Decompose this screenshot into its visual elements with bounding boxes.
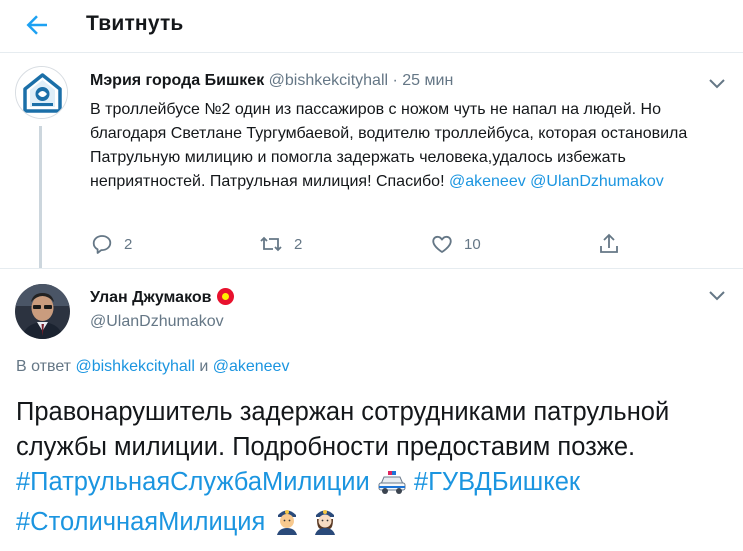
back-button[interactable]: [22, 10, 52, 40]
share-icon: [600, 233, 618, 253]
retweet-count: 2: [294, 235, 303, 253]
mention-link[interactable]: @akeneev: [213, 358, 290, 375]
thread-line: [39, 126, 42, 268]
hashtag-link[interactable]: #СтоличнаяМилиция: [16, 508, 265, 536]
tweet-text: Правонарушитель задержан сотрудниками па…: [16, 395, 736, 545]
mention-link[interactable]: @UlanDzhumakov: [530, 173, 664, 190]
kyrgyzstan-flag-icon: [217, 288, 235, 305]
share-button[interactable]: [597, 232, 631, 256]
author-name[interactable]: Улан Джумаков: [90, 288, 235, 307]
avatar[interactable]: [15, 284, 70, 339]
author-handle[interactable]: @UlanDzhumakov: [90, 313, 224, 331]
retweet-icon: [260, 236, 282, 252]
city-hall-logo-icon: [16, 67, 67, 118]
avatar[interactable]: [15, 66, 68, 119]
woman-police-officer-icon: [310, 505, 340, 545]
mention-link[interactable]: @bishkekcityhall: [75, 358, 194, 375]
chevron-down-icon[interactable]: [708, 290, 726, 302]
reply-icon: [92, 235, 112, 254]
profile-photo-icon: [15, 284, 70, 339]
mention-link[interactable]: @akeneev: [449, 173, 526, 190]
tweet-text: В троллейбусе №2 один из пассажиров с но…: [90, 98, 730, 194]
tweet-actions: 2 2 10: [90, 232, 650, 256]
tweet-header: Мэрия города Бишкек @bishkekcityhall · 2…: [90, 72, 453, 90]
reply-and: и: [199, 358, 209, 375]
author-handle[interactable]: @bishkekcityhall: [269, 72, 388, 89]
police-officer-icon: [272, 505, 302, 545]
arrow-left-icon: [26, 15, 47, 35]
author-name[interactable]: Мэрия города Бишкек: [90, 72, 264, 89]
reply-context: В ответ @bishkekcityhall и @akeneev: [16, 358, 289, 376]
reply-prefix: В ответ: [16, 358, 72, 375]
heart-icon: [432, 235, 452, 253]
chevron-down-icon[interactable]: [708, 78, 726, 90]
hashtag-link[interactable]: #ПатрульнаяСлужбаМилиции: [16, 468, 370, 496]
tweet-body: Правонарушитель задержан сотрудниками па…: [16, 398, 670, 461]
tweet-time[interactable]: 25 мин: [402, 72, 453, 89]
hashtag-link[interactable]: #ГУВДБишкек: [414, 468, 580, 496]
top-bar: Твитнуть: [0, 0, 743, 53]
dot-separator: ·: [388, 72, 403, 89]
police-car-icon: [377, 469, 407, 505]
reply-count: 2: [124, 235, 133, 253]
author-name-text: Улан Джумаков: [90, 289, 212, 306]
like-button[interactable]: 10: [430, 232, 481, 256]
divider: [0, 268, 743, 269]
page-title: Твитнуть: [86, 12, 184, 35]
reply-button[interactable]: 2: [90, 232, 132, 256]
like-count: 10: [464, 235, 481, 253]
retweet-button[interactable]: 2: [258, 232, 302, 256]
